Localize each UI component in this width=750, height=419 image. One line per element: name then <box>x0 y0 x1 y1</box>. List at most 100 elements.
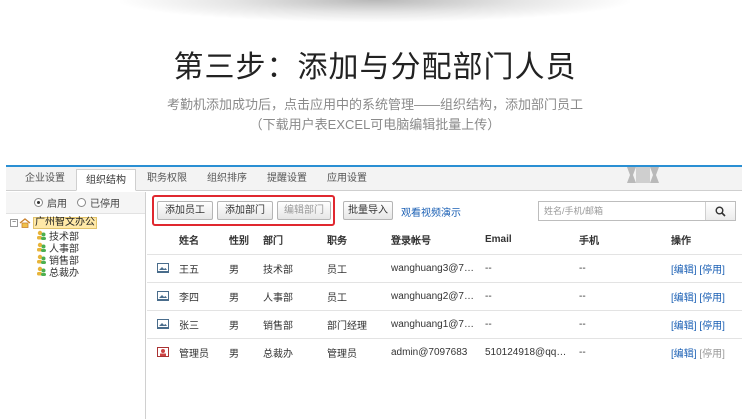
status-filter: 启用 已停用 <box>6 192 145 214</box>
table-row[interactable]: 李四 男 人事部 员工 wanghuang2@7… -- -- [编辑] [停用… <box>147 281 742 310</box>
cell-phone: -- <box>575 309 667 338</box>
cell-name: 管理员 <box>175 337 225 366</box>
icon-column-header <box>147 226 175 254</box>
disable-link[interactable]: [停用] <box>699 321 725 332</box>
row-icon-cell <box>147 309 175 338</box>
cell-name: 张三 <box>175 309 225 338</box>
edit-link[interactable]: [编辑] <box>671 265 697 276</box>
column-header-phone: 手机 <box>579 236 599 248</box>
search-box <box>538 201 736 221</box>
column-header-gender: 性别 <box>229 236 249 248</box>
cell-email: -- <box>481 253 575 282</box>
house-icon <box>19 218 31 228</box>
tree-item-label: 总裁办 <box>49 267 79 279</box>
add-department-button[interactable]: 添加部门 <box>217 201 273 220</box>
table-header-row: 姓名 性别 部门 职务 登录帐号 Email 手机 操作 <box>147 226 742 254</box>
radio-dot-icon <box>34 198 43 207</box>
disabled-radio[interactable]: 已停用 <box>77 195 120 210</box>
cell-phone: -- <box>575 281 667 310</box>
row-icon-cell <box>147 253 175 282</box>
enabled-radio[interactable]: 启用 <box>34 195 67 210</box>
top-shadow-decoration <box>120 0 630 22</box>
table-row[interactable]: 管理员 男 总裁办 管理员 admin@7097683 510124918@qq… <box>147 337 742 366</box>
edit-link[interactable]: [编辑] <box>671 293 697 304</box>
cell-gender: 男 <box>225 337 259 366</box>
radio-dot-icon <box>77 198 86 207</box>
cell-actions: [编辑] [停用] <box>667 281 742 310</box>
tab-job-permissions[interactable]: 职务权限 <box>138 168 196 190</box>
cell-title: 员工 <box>323 281 387 310</box>
people-icon <box>37 230 46 240</box>
cell-phone: -- <box>575 337 667 366</box>
cell-name: 李四 <box>175 281 225 310</box>
column-header-title: 职务 <box>327 236 347 248</box>
cell-title: 管理员 <box>323 337 387 366</box>
table-row[interactable]: 王五 男 技术部 员工 wanghuang3@7… -- -- [编辑] [停用… <box>147 253 742 282</box>
edit-department-button[interactable]: 编辑部门 <box>277 201 331 220</box>
toolbar: 添加员工 添加部门 编辑部门 批量导入 观看视频演示 <box>147 192 742 226</box>
disable-link[interactable]: [停用] <box>699 265 725 276</box>
column-header-actions: 操作 <box>671 236 691 248</box>
column-header-email: Email <box>485 234 512 246</box>
cell-title: 员工 <box>323 253 387 282</box>
ribbon-icon <box>627 167 659 183</box>
row-icon-cell <box>147 337 175 366</box>
cell-actions: [编辑] [停用] <box>667 337 742 366</box>
column-header-name: 姓名 <box>179 236 199 248</box>
tab-org-sort[interactable]: 组织排序 <box>198 168 256 190</box>
cell-email: -- <box>481 309 575 338</box>
people-icon <box>37 254 46 264</box>
cell-dept: 总裁办 <box>259 337 323 366</box>
cell-account: admin@7097683 <box>387 337 481 366</box>
disable-link[interactable]: [停用] <box>699 293 725 304</box>
column-header-dept: 部门 <box>263 236 283 248</box>
page-heading: 第三步：添加与分配部门人员 <box>173 50 577 85</box>
cell-email: -- <box>481 281 575 310</box>
cell-gender: 男 <box>225 281 259 310</box>
cell-account: wanghuang1@7… <box>387 309 481 338</box>
cell-email: 510124918@qq… <box>481 337 575 366</box>
cell-actions: [编辑] [停用] <box>667 253 742 282</box>
tree-item-ceo-office[interactable]: 总裁办 <box>10 265 145 279</box>
tab-reminder-settings[interactable]: 提醒设置 <box>258 168 316 190</box>
main-panel: 添加员工 添加部门 编辑部门 批量导入 观看视频演示 姓名/手机/邮箱 姓名 性… <box>147 192 742 419</box>
admin-card-icon <box>157 347 169 358</box>
user-card-icon <box>157 263 169 273</box>
employee-table: 姓名 性别 部门 职务 登录帐号 Email 手机 操作 王五 男 技术部 员工… <box>147 226 742 366</box>
subtitle-line-2: （下载用户表EXCEL可电脑编辑批量上传） <box>249 117 501 132</box>
cell-account: wanghuang2@7… <box>387 281 481 310</box>
cell-dept: 销售部 <box>259 309 323 338</box>
search-input[interactable] <box>539 202 705 220</box>
cell-gender: 男 <box>225 253 259 282</box>
org-tree: − 广州智文办公 技术部 人事部 销售部 总裁办 <box>6 214 145 279</box>
cell-gender: 男 <box>225 309 259 338</box>
add-employee-button[interactable]: 添加员工 <box>157 201 213 220</box>
search-icon <box>715 206 726 217</box>
user-card-icon <box>157 319 169 329</box>
row-icon-cell <box>147 281 175 310</box>
cell-dept: 人事部 <box>259 281 323 310</box>
subtitle-line-1: 考勤机添加成功后，点击应用中的系统管理——组织结构，添加部门员工 <box>166 97 583 112</box>
table-row[interactable]: 张三 男 销售部 部门经理 wanghuang1@7… -- -- [编辑] [… <box>147 309 742 338</box>
cell-dept: 技术部 <box>259 253 323 282</box>
cell-name: 王五 <box>175 253 225 282</box>
watch-video-link[interactable]: 观看视频演示 <box>401 204 461 219</box>
people-icon <box>37 242 46 252</box>
cell-phone: -- <box>575 253 667 282</box>
tab-app-settings[interactable]: 应用设置 <box>318 168 376 190</box>
search-button[interactable] <box>705 202 735 220</box>
sidebar: 启用 已停用 − 广州智文办公 技术部 人事部 销售部 总裁办 <box>6 192 146 419</box>
edit-link[interactable]: [编辑] <box>671 349 697 360</box>
batch-import-button[interactable]: 批量导入 <box>343 201 393 220</box>
app-window: 企业设置 组织结构 职务权限 组织排序 提醒设置 应用设置 启用 已停用 − 广… <box>6 165 742 419</box>
enabled-radio-label: 启用 <box>47 199 67 210</box>
tab-enterprise-settings[interactable]: 企业设置 <box>16 168 74 190</box>
collapse-icon[interactable]: − <box>10 219 18 227</box>
people-icon <box>37 266 46 276</box>
disable-link-disabled: [停用] <box>699 348 725 360</box>
cell-account: wanghuang3@7… <box>387 253 481 282</box>
tab-org-structure[interactable]: 组织结构 <box>76 169 136 191</box>
disabled-radio-label: 已停用 <box>90 199 120 210</box>
user-card-icon <box>157 291 169 301</box>
edit-link[interactable]: [编辑] <box>671 321 697 332</box>
